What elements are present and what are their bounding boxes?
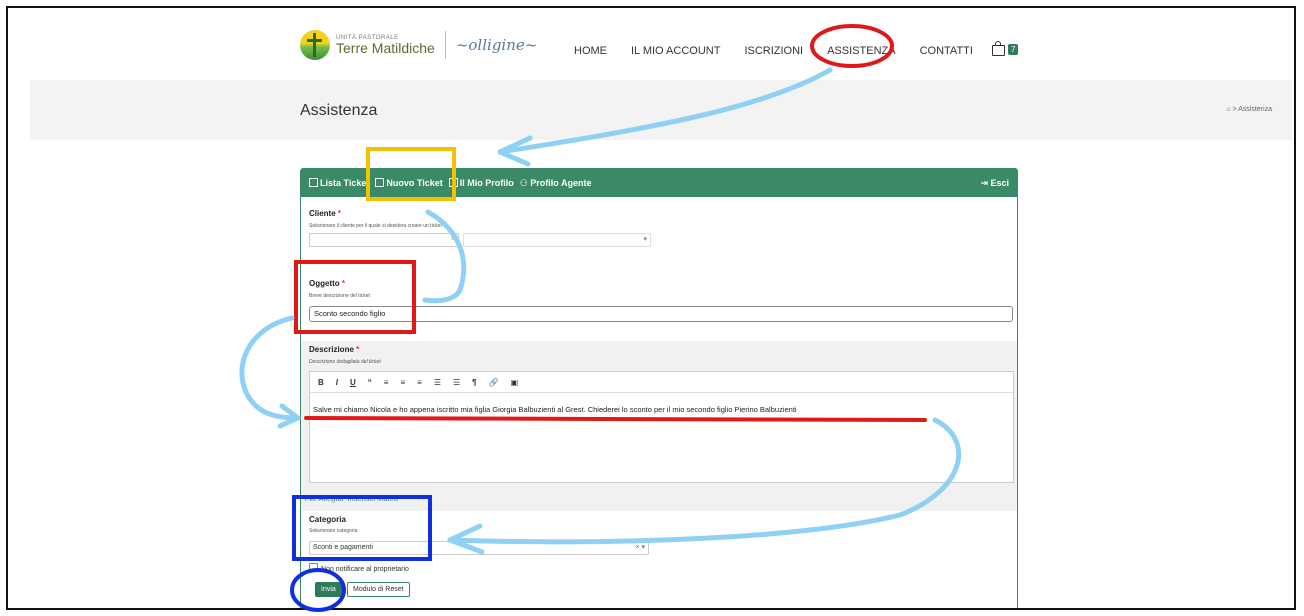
bold-icon[interactable]: B [318, 378, 324, 387]
notify-checkbox-label: Non notificare al proprietario [321, 566, 409, 573]
rich-text-editor[interactable]: B I U “ ≡ ≡ ≡ ☰ ☰ ¶ 🔗 ▣ Salve mi chiamo … [309, 371, 1014, 483]
nav-home[interactable]: HOME [574, 45, 607, 57]
invia-button[interactable]: Invia [315, 582, 342, 597]
ticket-tabs: Lista Ticket Nuovo Ticket Il Mio Profilo… [301, 169, 1017, 197]
inserisci-macro-link[interactable]: Inserisci Macro [348, 494, 398, 503]
page-title-bar: Assistenza ⌂ > Assistenza [30, 80, 1292, 140]
categoria-section: Categoria Selezionare categoria Sconti e… [301, 511, 1017, 608]
cross-logo-icon [300, 30, 330, 60]
cliente-hint: Selezionare il cliente per il quale si d… [309, 223, 442, 229]
align-right-icon[interactable]: ≡ [417, 378, 422, 387]
breadcrumb: ⌂ > Assistenza [1226, 106, 1272, 113]
link-icon[interactable]: 🔗 [489, 378, 499, 387]
italic-icon[interactable]: I [336, 378, 338, 387]
reset-button[interactable]: Modulo di Reset [347, 582, 410, 597]
profile-card-icon [448, 178, 458, 187]
numbered-list-icon[interactable]: ☰ [453, 378, 460, 387]
cart-count-badge: 7 [1008, 43, 1019, 55]
categoria-select[interactable]: Sconti e pagamenti × ▾ [309, 541, 649, 555]
tab-mio-profilo[interactable]: Il Mio Profilo [448, 178, 514, 188]
image-icon[interactable]: ▣ [511, 378, 519, 387]
notify-checkbox-row[interactable]: Non notificare al proprietario [309, 563, 409, 573]
exit-button[interactable]: ⇥ Esci [980, 178, 1009, 189]
breadcrumb-current: Assistenza [1238, 106, 1272, 113]
editor-links: File Allegati Inserisci Macro [305, 494, 398, 503]
nav-iscrizioni[interactable]: ISCRIZIONI [744, 45, 803, 57]
quote-icon[interactable]: “ [368, 378, 372, 387]
cliente-label: Cliente * [309, 209, 342, 218]
plus-icon [375, 178, 385, 187]
oggetto-label: Oggetto * [309, 279, 346, 288]
screenshot-frame: UNITÀ PASTORALE Terre Matildiche ~olligi… [6, 6, 1296, 610]
cart-button[interactable]: 7 [992, 41, 1019, 56]
categoria-label: Categoria [309, 515, 346, 524]
cliente-select[interactable]: × [309, 233, 459, 247]
editor-content[interactable]: Salve mi chiamo Nicola e ho appena iscri… [310, 393, 1013, 426]
nav-contatti[interactable]: CONTATTI [920, 45, 973, 57]
align-left-icon[interactable]: ≡ [384, 378, 389, 387]
editor-toolbar: B I U “ ≡ ≡ ≡ ☰ ☰ ¶ 🔗 ▣ [310, 372, 1013, 393]
align-center-icon[interactable]: ≡ [400, 378, 405, 387]
bag-icon [992, 41, 1005, 56]
descrizione-section: Descrizione * Descrizione dettagliata de… [301, 341, 1017, 511]
cliente-select-search[interactable]: ▾ [463, 233, 651, 247]
list-icon [309, 178, 318, 187]
home-icon[interactable]: ⌂ [1226, 106, 1230, 113]
notify-checkbox[interactable] [309, 563, 318, 572]
oggetto-hint: Breve descrizione del ticket [309, 293, 370, 299]
main-nav: HOME IL MIO ACCOUNT ISCRIZIONI ASSISTENZ… [574, 45, 997, 57]
descrizione-label: Descrizione * [309, 345, 360, 354]
paragraph-icon[interactable]: ¶ [472, 378, 476, 387]
site-logo[interactable]: UNITÀ PASTORALE Terre Matildiche ~olligi… [300, 30, 537, 60]
nav-account[interactable]: IL MIO ACCOUNT [631, 45, 720, 57]
descrizione-hint: Descrizione dettagliata del ticket [309, 359, 381, 365]
file-allegati-link[interactable]: File Allegati [305, 494, 344, 503]
logout-icon: ⇥ [980, 177, 991, 188]
tab-lista-ticket[interactable]: Lista Ticket [309, 178, 369, 188]
logo-title: Terre Matildiche [336, 40, 435, 56]
tab-profilo-agente[interactable]: ⚇ Profilo Agente [520, 178, 592, 189]
tab-nuovo-ticket[interactable]: Nuovo Ticket [375, 178, 443, 188]
oggetto-input[interactable]: Sconto secondo figlio [309, 306, 1013, 322]
signature-logo: ~olligine~ [455, 36, 538, 54]
nav-assistenza[interactable]: ASSISTENZA [827, 45, 895, 57]
underline-icon[interactable]: U [350, 378, 356, 387]
agent-icon: ⚇ [519, 177, 531, 188]
logo-divider [444, 31, 446, 59]
ticket-panel: Lista Ticket Nuovo Ticket Il Mio Profilo… [300, 168, 1018, 608]
page-title: Assistenza [300, 102, 378, 119]
categoria-hint: Selezionare categoria [309, 528, 358, 534]
bullet-list-icon[interactable]: ☰ [434, 378, 441, 387]
